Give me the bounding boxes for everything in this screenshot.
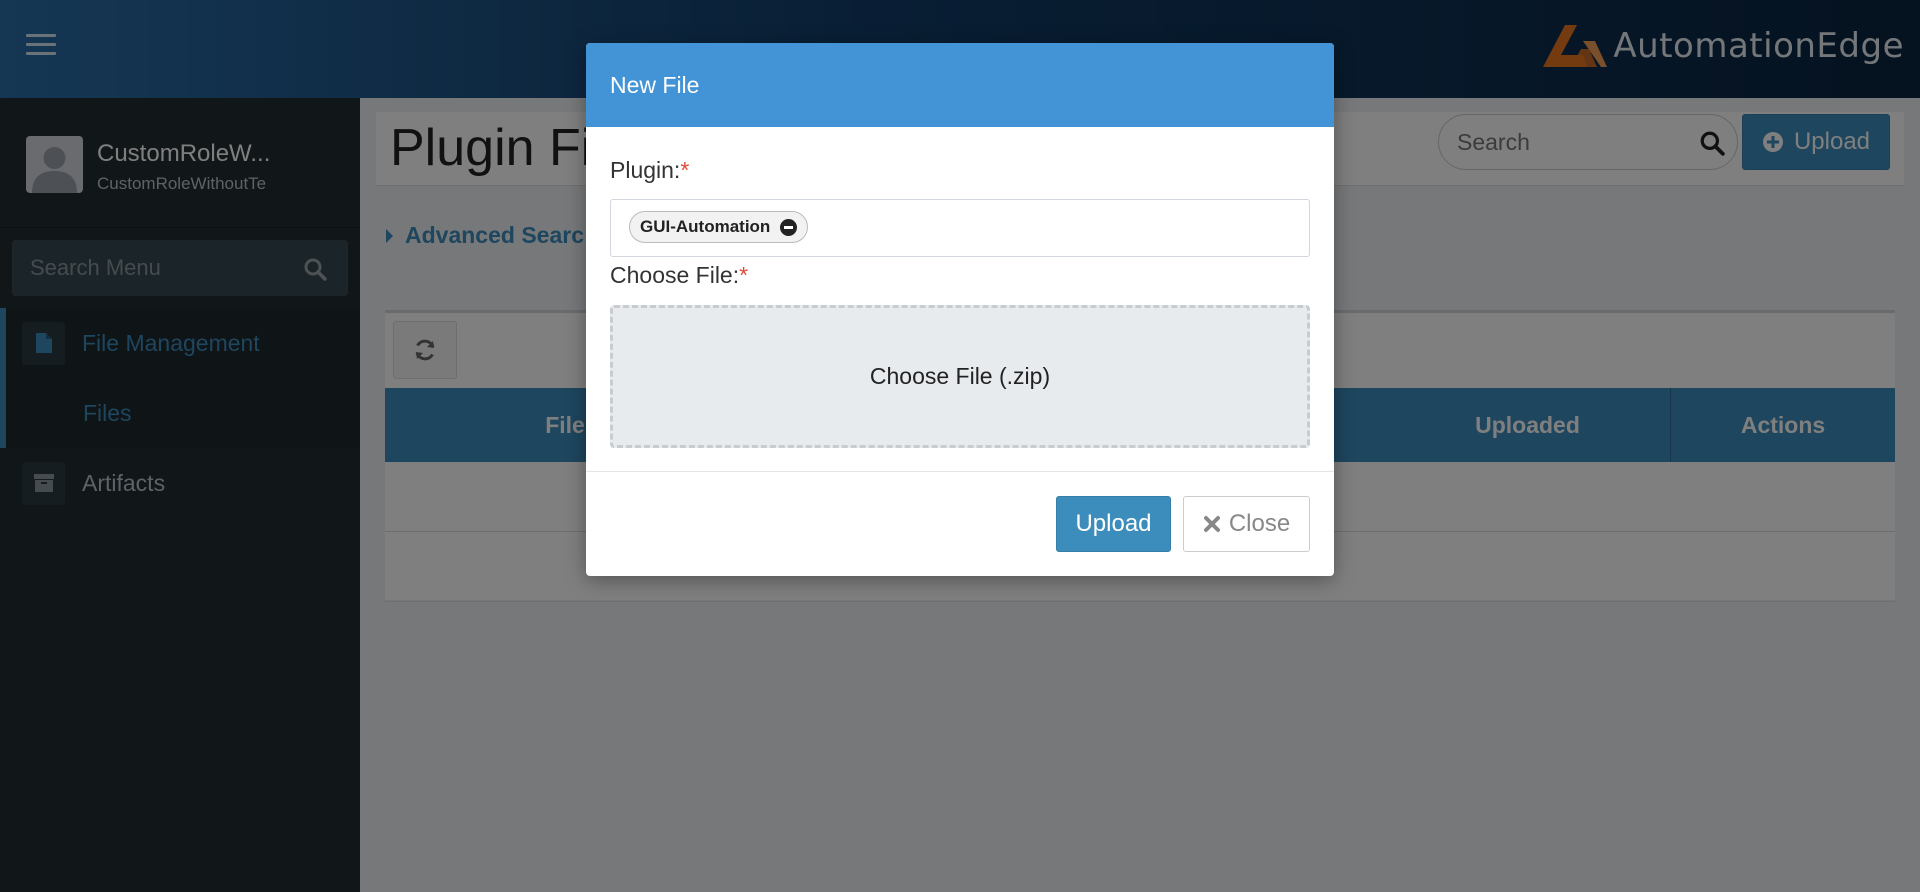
modal-close-button[interactable]: Close [1183,496,1310,552]
close-button-label: Close [1228,510,1291,537]
plugin-tag-label: GUI-Automation [640,217,771,236]
new-file-modal: New File Plugin:* GUI-Automation Choose … [586,43,1334,576]
choose-file-label: Choose File:* [610,262,749,288]
modal-upload-button[interactable]: Upload [1056,496,1171,552]
plugin-select[interactable]: GUI-Automation [610,199,1310,257]
modal-title: New File [586,43,1334,127]
remove-tag-icon[interactable] [780,218,798,236]
modal-footer: Upload Close [586,471,1334,576]
file-dropzone[interactable]: Choose File (.zip) [610,305,1310,448]
plugin-tag: GUI-Automation [629,211,809,243]
plugin-label: Plugin:* [610,157,690,183]
close-icon [1203,516,1220,532]
